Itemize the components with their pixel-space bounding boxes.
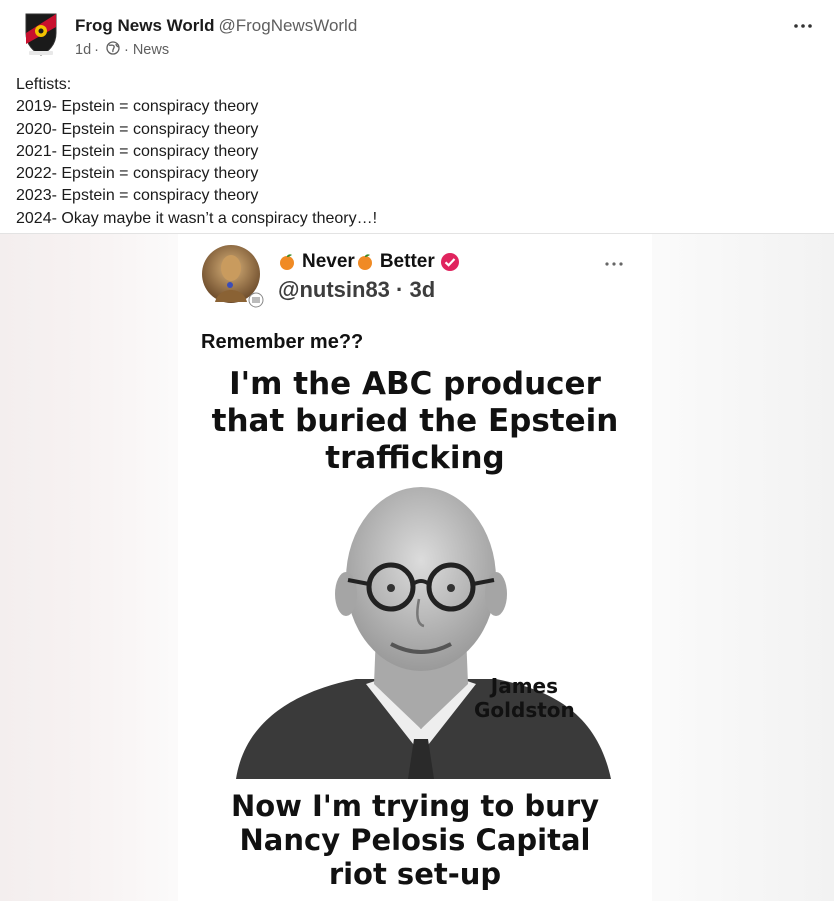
headline-top: I'm the ABC producer that buried the Eps… xyxy=(178,366,652,477)
peach-icon xyxy=(357,254,372,270)
post-age[interactable]: 1d xyxy=(75,42,91,58)
post-header: Frog News World @FrogNewsWorld 1d · · New… xyxy=(0,0,834,70)
headline-line: Now I'm trying to bury xyxy=(230,789,600,823)
tweet-separator: · xyxy=(396,277,404,302)
headline-line: that buried the Epstein xyxy=(211,403,619,439)
tweet-display-name: Never Better xyxy=(278,251,460,273)
post-text-line: Leftists: xyxy=(16,76,72,93)
tweet-name-part2: Better xyxy=(379,251,435,272)
post-text-line: 2023- Epstein = conspiracy theory xyxy=(16,187,259,205)
author-line: Frog News World @FrogNewsWorld xyxy=(75,16,357,36)
author-avatar[interactable] xyxy=(22,11,60,57)
tweet-name-part1: Never xyxy=(302,251,355,272)
meme-image: Never Better @nutsin83 · 3d Remember me?… xyxy=(178,234,652,901)
author-name[interactable]: Frog News World xyxy=(75,16,214,35)
tweet-time: 3d xyxy=(409,277,436,302)
tweet-avatar xyxy=(201,244,265,308)
meta-separator: · xyxy=(94,42,99,58)
headline-line: trafficking xyxy=(325,440,505,476)
remember-text: Remember me?? xyxy=(201,331,364,353)
person-name-line: Goldston xyxy=(474,698,575,722)
post-category[interactable]: News xyxy=(133,42,169,58)
headline-line: I'm the ABC producer xyxy=(229,366,601,402)
post-text-line: 2022- Epstein = conspiracy theory xyxy=(16,165,259,183)
shield-logo-icon xyxy=(25,13,57,56)
post-text-line: 2021- Epstein = conspiracy theory xyxy=(16,142,259,160)
verified-badge-icon xyxy=(440,253,459,271)
headline-line: Nancy Pelosis Capital xyxy=(239,823,591,857)
globe-icon xyxy=(106,41,120,59)
post-text: Leftists: 2019- Epstein = conspiracy the… xyxy=(16,74,377,230)
meta-separator: · xyxy=(123,42,129,58)
person-name-line: James xyxy=(490,674,559,698)
tweet-handle: @nutsin83 xyxy=(278,277,390,302)
more-options-button[interactable] xyxy=(792,16,814,36)
post-meta: 1d · · News xyxy=(75,41,169,59)
post-text-line: 2020- Epstein = conspiracy theory xyxy=(16,120,259,138)
peach-icon xyxy=(280,254,294,270)
post-media[interactable]: Never Better @nutsin83 · 3d Remember me?… xyxy=(0,234,834,901)
post-text-line: 2024- Okay maybe it wasn’t a conspiracy … xyxy=(16,209,378,227)
headline-line: riot set-up xyxy=(328,857,502,891)
post-text-line: 2019- Epstein = conspiracy theory xyxy=(16,98,259,116)
author-handle[interactable]: @FrogNewsWorld xyxy=(218,16,357,35)
person-photo xyxy=(236,484,616,779)
headline-bottom: Now I'm trying to bury Nancy Pelosis Cap… xyxy=(178,789,652,891)
more-horizontal-icon xyxy=(794,24,812,28)
person-name-caption: James Goldston xyxy=(474,674,575,722)
tweet-more-icon xyxy=(605,253,623,271)
tweet-handle-line: @nutsin83 · 3d xyxy=(278,277,435,303)
